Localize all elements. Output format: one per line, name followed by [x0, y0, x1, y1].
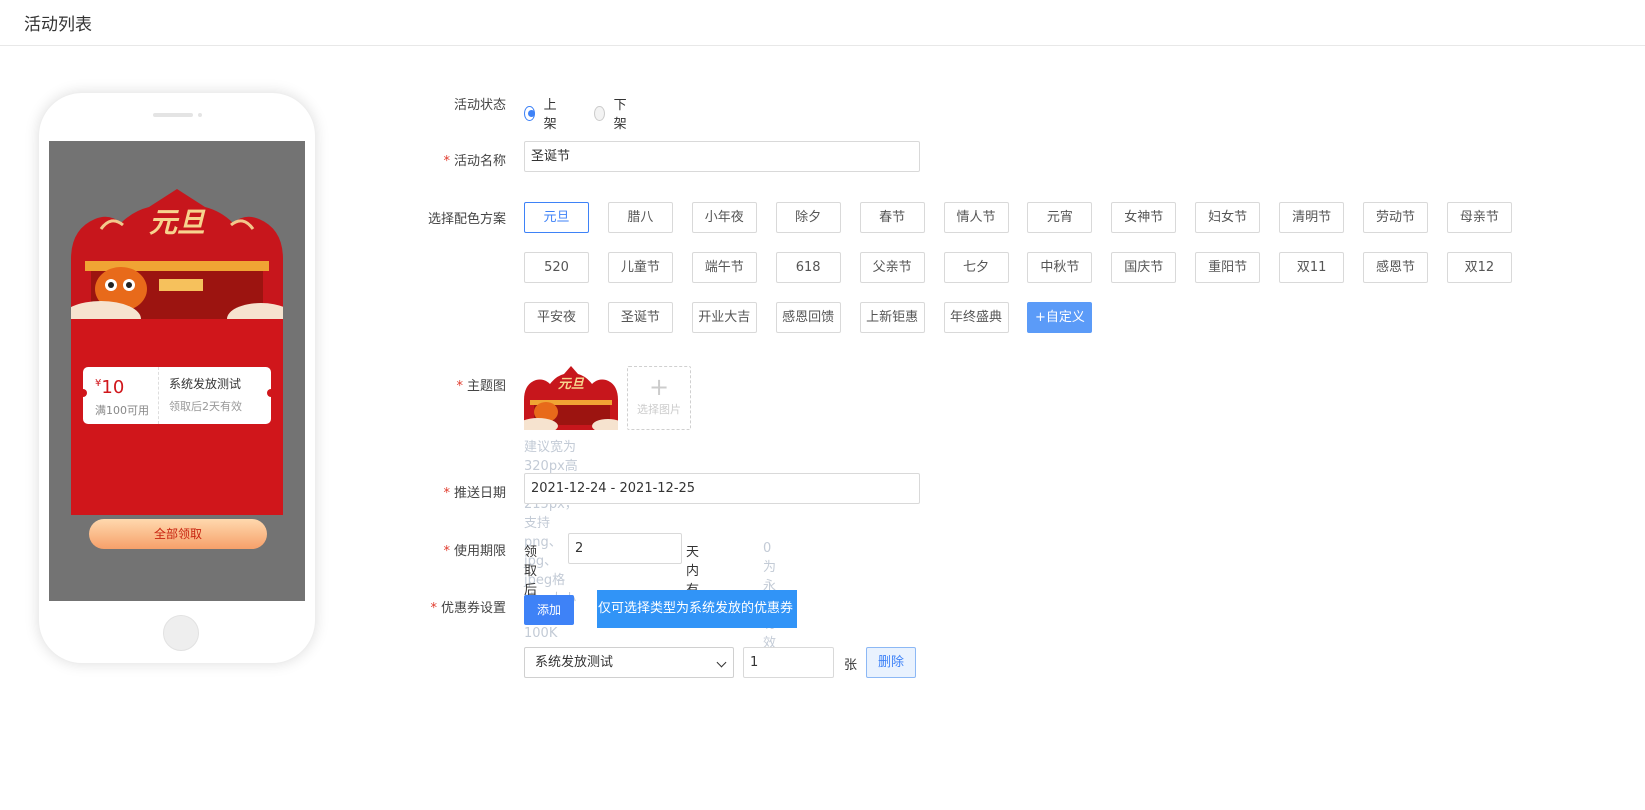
- scheme-option[interactable]: 中秋节: [1027, 252, 1093, 283]
- scheme-option[interactable]: 年终盛典: [943, 302, 1009, 333]
- coupon-card: ¥10 满100可用 系统发放测试 领取后2天有效: [79, 367, 275, 424]
- scheme-label: 选择配色方案: [427, 212, 506, 227]
- poster-title: 元旦: [148, 206, 205, 239]
- scheme-option[interactable]: 除夕: [775, 202, 841, 233]
- scheme-option[interactable]: 七夕: [943, 252, 1009, 283]
- coupon-select[interactable]: 系统发放测试: [524, 647, 734, 678]
- scheme-option[interactable]: 双12: [1446, 252, 1512, 283]
- scheme-option[interactable]: 儿童节: [607, 252, 673, 283]
- validity-prefix: 领取后: [524, 545, 538, 598]
- coupon-name: 系统发放测试: [169, 377, 242, 391]
- scheme-option[interactable]: 618: [775, 252, 841, 283]
- name-label: * 活动名称: [443, 154, 506, 169]
- scheme-option[interactable]: 元宵: [1027, 202, 1093, 233]
- phone-home-button: [163, 615, 199, 651]
- coupon-amount: ¥10: [95, 373, 158, 399]
- scheme-option[interactable]: 端午节: [691, 252, 757, 283]
- scheme-option[interactable]: 腊八: [607, 202, 673, 233]
- scheme-option[interactable]: 开业大吉: [691, 302, 757, 333]
- scheme-option[interactable]: 清明节: [1279, 202, 1345, 233]
- scheme-option[interactable]: 圣诞节: [607, 302, 673, 333]
- coupon-notch-right: [267, 389, 275, 397]
- plus-icon: +: [648, 373, 670, 401]
- date-range-input[interactable]: 2021-12-24 - 2021-12-25: [524, 473, 920, 504]
- scheme-option[interactable]: 春节: [859, 202, 925, 233]
- scheme-option[interactable]: 父亲节: [859, 252, 925, 283]
- coupon-validity: 领取后2天有效: [169, 400, 242, 413]
- scheme-option[interactable]: 双11: [1279, 252, 1345, 283]
- theme-label: * 主题图: [456, 379, 506, 394]
- phone-speaker: [153, 113, 193, 117]
- scheme-option[interactable]: 劳动节: [1363, 202, 1428, 233]
- coupon-select-value: 系统发放测试: [535, 655, 614, 670]
- coupon-amount-value: 10: [101, 377, 125, 398]
- name-input[interactable]: 圣诞节: [524, 141, 920, 172]
- coupon-value-area: ¥10 满100可用: [83, 367, 159, 424]
- status-radio-on[interactable]: 上架: [524, 94, 561, 132]
- phone-screen: 元旦 ¥10 满100可用 系统发放测试 领取后2天有效 全部领取: [49, 141, 305, 601]
- coupon-setting-label: * 优惠券设置: [430, 601, 506, 616]
- upload-image-button[interactable]: + 选择图片: [627, 366, 691, 430]
- scheme-option[interactable]: 平安夜: [524, 302, 589, 333]
- scheme-option[interactable]: 小年夜: [691, 202, 757, 233]
- scheme-option[interactable]: 女神节: [1111, 202, 1177, 233]
- scheme-option[interactable]: 520: [524, 252, 589, 283]
- scheme-option[interactable]: 情人节: [943, 202, 1009, 233]
- phone-camera: [198, 113, 202, 117]
- get-all-button[interactable]: 全部领取: [89, 519, 267, 549]
- page-header: 活动列表: [0, 0, 1645, 46]
- scheme-option[interactable]: 上新钜惠: [859, 302, 925, 333]
- coupon-condition: 满100可用: [95, 404, 149, 417]
- activity-poster: 元旦 ¥10 满100可用 系统发放测试 领取后2天有效 全部领取: [71, 189, 283, 549]
- page-title: 活动列表: [24, 15, 92, 35]
- coupon-notice: 仅可选择类型为系统发放的优惠券: [597, 590, 797, 628]
- validity-days-input[interactable]: 2: [568, 533, 682, 564]
- radio-checked-icon: [524, 105, 535, 121]
- delete-coupon-button[interactable]: 删除: [866, 647, 916, 678]
- scheme-option[interactable]: 感恩节: [1363, 252, 1428, 283]
- coupon-info-area: 系统发放测试 领取后2天有效: [159, 367, 242, 424]
- add-coupon-button[interactable]: 添加: [524, 595, 574, 625]
- scheme-option[interactable]: 重阳节: [1195, 252, 1261, 283]
- scheme-option[interactable]: 国庆节: [1111, 252, 1177, 283]
- scheme-option[interactable]: 感恩回馈: [775, 302, 841, 333]
- upload-label: 选择图片: [637, 403, 681, 416]
- theme-thumbnail[interactable]: 元旦: [524, 366, 618, 430]
- status-radio-off[interactable]: 下架: [594, 94, 631, 132]
- custom-scheme-button[interactable]: +自定义: [1027, 302, 1093, 333]
- coupon-qty-unit: 张: [844, 658, 858, 673]
- validity-label: * 使用期限: [443, 544, 506, 559]
- scheme-option[interactable]: 妇女节: [1195, 202, 1261, 233]
- status-label: 活动状态: [453, 98, 506, 113]
- scheme-option[interactable]: 母亲节: [1446, 202, 1512, 233]
- date-label: * 推送日期: [443, 486, 506, 501]
- coupon-notch-left: [79, 389, 87, 397]
- coupon-qty-input[interactable]: 1: [743, 647, 834, 678]
- chevron-down-icon: [716, 657, 727, 668]
- radio-unchecked-icon: [594, 105, 605, 121]
- phone-preview: 元旦 ¥10 满100可用 系统发放测试 领取后2天有效 全部领取: [38, 92, 316, 664]
- svg-text:元旦: 元旦: [558, 377, 585, 392]
- scheme-option[interactable]: 元旦: [524, 202, 589, 233]
